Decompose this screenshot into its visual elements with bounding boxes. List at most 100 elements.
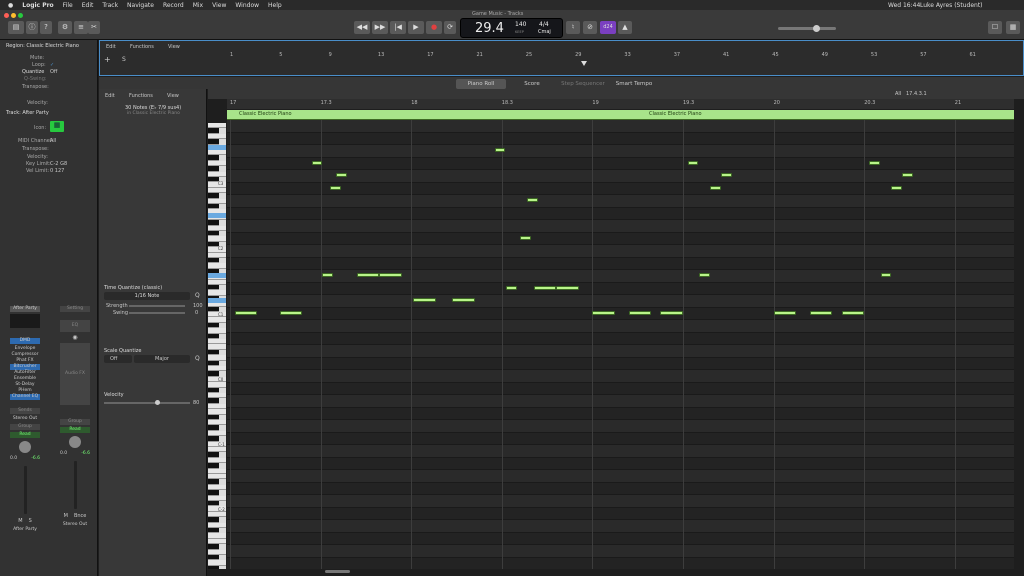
piano-key[interactable] [208,322,219,329]
piano-key[interactable] [208,517,219,523]
strip2-setting[interactable]: Setting [60,306,90,312]
menu-file[interactable]: File [63,2,73,9]
loop-checkbox[interactable]: ✓ [50,62,54,68]
tab-score[interactable]: Score [510,79,554,89]
fast-forward-button[interactable]: ▶▶ [372,21,388,34]
record-button[interactable]: ● [426,21,442,34]
time-quantize-select[interactable]: 1/16 Note [104,292,190,300]
strip1-group[interactable]: Group [10,424,40,430]
strip2-eq[interactable]: EQ [60,320,90,332]
strip1-name[interactable]: After Party [10,306,40,312]
piano-key[interactable] [208,360,219,366]
piano-key[interactable] [208,479,219,485]
piano-key[interactable] [208,414,219,420]
piano-key[interactable] [208,490,219,496]
strip1-fader[interactable] [23,466,27,514]
strip1-pan-knob[interactable] [19,441,31,453]
metronome-off-icon[interactable]: ⊘ [583,21,597,34]
menu-record[interactable]: Record [163,2,184,9]
scale-quantize-off-select[interactable]: Off [104,355,132,363]
tracks-ruler[interactable]: 1 5 9 13 17 21 25 29 33 37 41 45 49 53 57 61 [230,52,1020,62]
strip1-read[interactable]: Read [10,432,40,438]
midi-note[interactable] [451,298,475,302]
key-limit-value[interactable]: C-2 G8 [50,161,67,167]
piano-key[interactable] [208,555,219,561]
piano-key[interactable] [208,349,219,356]
midi-note[interactable] [556,285,579,290]
velocity-knob[interactable] [155,400,160,405]
menu-app[interactable]: Logic Pro [22,2,53,9]
close-icon[interactable] [4,13,9,18]
strip1-eq-thumbnail[interactable] [10,314,40,328]
pr-view-menu[interactable]: View [167,93,179,99]
midi-note[interactable] [592,310,616,315]
midi-note[interactable] [494,148,506,152]
piano-key[interactable] [208,501,219,507]
midi-note[interactable] [379,273,403,277]
tab-step-sequencer[interactable]: Step Sequencer [558,79,608,89]
pr-ruler[interactable]: 17 17.3 18 18.3 19 19.3 20 20.3 21 [227,99,1014,109]
horizontal-scrollbar[interactable] [325,570,350,573]
library-button[interactable]: ▤ [8,21,24,34]
strip1-output[interactable]: Stereo Out [10,416,40,422]
menu-help[interactable]: Help [268,2,282,9]
strip2-mute-button[interactable]: M [64,513,68,519]
piano-key[interactable] [208,333,219,339]
piano-key[interactable] [208,128,219,134]
midi-note[interactable] [519,235,531,240]
menubar-datetime[interactable]: Wed 16:44 [888,2,920,9]
midi-note[interactable] [311,160,323,165]
midi-note[interactable] [902,173,914,177]
piano-key[interactable] [208,166,219,172]
tracks-edit-menu[interactable]: Edit [106,44,116,50]
smart-controls-button[interactable]: ≡ [74,21,88,34]
strip2-bounce-button[interactable]: Bnce [74,513,86,519]
scale-quantize-q-button[interactable]: Q [195,355,200,362]
pr-all-label[interactable]: All [895,91,901,97]
rewind-button[interactable]: ◀◀ [354,21,370,34]
tracks-functions-menu[interactable]: Functions [130,44,154,50]
piano-key[interactable] [208,155,219,161]
midi-note[interactable] [773,310,797,315]
midi-note[interactable] [356,273,380,277]
midi-note[interactable] [660,310,683,315]
piano-key[interactable] [208,463,219,469]
plugin-channel-eq[interactable]: Channel EQ [10,394,40,400]
strip1-sends[interactable]: Sends [10,408,40,414]
pr-functions-menu[interactable]: Functions [129,93,153,99]
midi-note[interactable] [279,310,303,315]
quantize-q-button[interactable]: Q [195,292,200,299]
midi-note[interactable] [710,185,722,190]
menu-window[interactable]: Window [235,2,259,9]
piano-key[interactable] [208,285,219,291]
piano-key[interactable] [208,425,219,431]
midi-note[interactable] [329,185,341,190]
quantize-value[interactable]: Off [50,69,57,75]
zoom-icon[interactable] [18,13,23,18]
midi-note[interactable] [628,310,652,315]
metronome-icon[interactable]: ▲ [618,21,632,34]
strip2-link-icon[interactable]: ◉ [60,334,90,341]
add-track-button[interactable]: + [104,55,111,64]
list-editors-button[interactable]: ☐ [988,21,1002,34]
tab-piano-roll[interactable]: Piano Roll [456,79,506,89]
piano-key[interactable] [208,387,219,393]
piano-key[interactable] [208,258,219,264]
midi-note[interactable] [413,298,436,302]
midi-note[interactable] [506,285,518,290]
strip2-audio-fx[interactable]: Audio FX [60,343,90,405]
piano-key[interactable] [208,220,219,226]
lcd-display[interactable]: 29.4 140 KEEP 4/4 Cmaj [460,18,563,38]
menu-navigate[interactable]: Navigate [127,2,154,9]
midi-note[interactable] [721,173,732,177]
vel-limit-value[interactable]: 0 127 [50,168,64,174]
go-to-start-button[interactable]: |◀ [390,21,406,34]
menu-track[interactable]: Track [102,2,118,9]
midi-note[interactable] [868,160,880,165]
midi-channel-value[interactable]: All [50,138,56,144]
minimize-icon[interactable] [11,13,16,18]
midi-note[interactable] [880,273,892,277]
strip2-group[interactable]: Group [60,419,90,425]
play-button[interactable]: ▶ [408,21,424,34]
piano-roll-grid[interactable] [227,120,1014,569]
